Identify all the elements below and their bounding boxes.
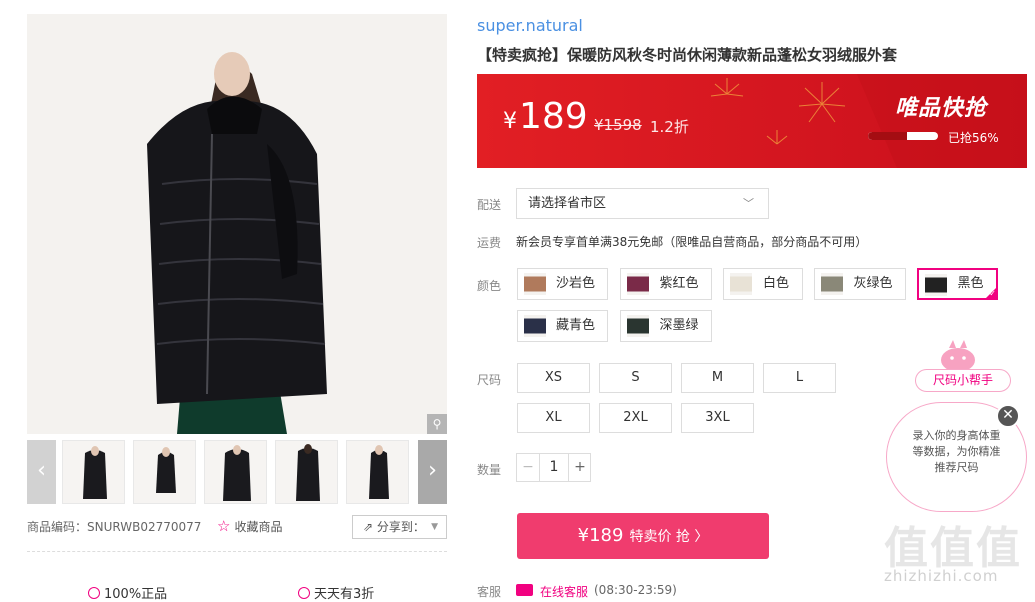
flash-sale-banner: ¥189 ¥1598 1.2折 唯品快抢 已抢56% — [477, 74, 1027, 168]
size-helper-tag[interactable]: 尺码小帮手 — [915, 369, 1011, 392]
size-option-m[interactable]: M — [681, 363, 754, 393]
check-icon: ✓ — [989, 289, 996, 298]
freight-info: 新会员专享首单满38元免邮（限唯品自营商品，部分商品不可用） — [516, 235, 868, 249]
size-option-xs[interactable]: XS — [517, 363, 590, 393]
color-option-black[interactable]: 黑色 ✓ — [917, 268, 998, 300]
chevron-down-icon: ﹀ — [743, 197, 754, 210]
thumbnail[interactable] — [275, 440, 338, 504]
color-option-sandstone[interactable]: 沙岩色 — [517, 268, 608, 300]
size-option-l[interactable]: L — [763, 363, 836, 393]
size-helper-text: 录入你的身高体重等数据，为你精准推荐尺码 — [912, 429, 1001, 474]
service-hours: (08:30-23:59) — [594, 583, 677, 597]
caret-down-icon: ▼ — [431, 522, 438, 532]
watermark-url: zhizhizhi.com — [884, 567, 999, 585]
color-option-purple-red[interactable]: 紫红色 — [620, 268, 712, 300]
divider — [27, 551, 447, 552]
quantity-input[interactable]: 1 — [540, 454, 568, 481]
thumbnail[interactable] — [346, 440, 409, 504]
original-price: ¥1598 — [594, 116, 642, 134]
sold-progress-bar — [868, 132, 938, 140]
thumbnail-strip: ‹ › — [27, 440, 447, 504]
sku-code: 商品编码：SNURWB02770077 — [27, 520, 202, 534]
service-label: 客服 — [477, 585, 502, 599]
chevron-right-icon[interactable]: › — [418, 440, 447, 504]
color-option-navy[interactable]: 藏青色 — [517, 310, 608, 342]
zoom-icon[interactable]: ⚲ — [427, 414, 447, 434]
buy-button[interactable]: ¥189 特卖价 抢 〉 — [517, 513, 769, 559]
delivery-label: 配送 — [477, 198, 502, 212]
close-icon[interactable]: ✕ — [996, 404, 1020, 428]
color-option-white[interactable]: 白色 — [723, 268, 803, 300]
color-option-dark-green[interactable]: 深墨绿 — [620, 310, 712, 342]
share-button[interactable]: ⇗ 分享到： ▼ — [352, 515, 447, 539]
size-option-2xl[interactable]: 2XL — [599, 403, 672, 433]
main-product-image[interactable] — [27, 14, 447, 434]
size-option-xl[interactable]: XL — [517, 403, 590, 433]
size-option-3xl[interactable]: 3XL — [681, 403, 754, 433]
sale-price: ¥189 — [503, 96, 588, 137]
online-service-link[interactable]: 在线客服 — [540, 583, 588, 600]
freight-label: 运费 — [477, 236, 502, 250]
size-option-s[interactable]: S — [599, 363, 672, 393]
thumbnail[interactable] — [204, 440, 267, 504]
guarantee-authentic: 100%正品 — [88, 583, 167, 602]
chat-icon — [516, 584, 533, 596]
discount-rate: 1.2折 — [650, 118, 689, 136]
sold-percentage: 已抢56% — [948, 131, 999, 145]
region-select[interactable]: 请选择省市区 ﹀ — [516, 188, 769, 219]
color-option-grey-green[interactable]: 灰绿色 — [814, 268, 906, 300]
thumbnail[interactable] — [133, 440, 196, 504]
thumbnail[interactable] — [62, 440, 125, 504]
guarantee-discount: 天天有3折 — [298, 583, 374, 602]
model-illustration — [27, 14, 447, 434]
quantity-label: 数量 — [477, 463, 502, 477]
product-title: 【特卖疯抢】保暖防风秋冬时尚休闲薄款新品蓬松女羽绒服外套 — [477, 46, 898, 64]
mascot-icon — [941, 340, 975, 372]
sold-progress-fill — [868, 132, 908, 140]
minus-button[interactable]: − — [517, 454, 540, 481]
star-icon: ☆ — [217, 517, 231, 535]
brand-link[interactable]: super.natural — [477, 16, 583, 35]
color-label: 颜色 — [477, 279, 502, 293]
chevron-left-icon[interactable]: ‹ — [27, 440, 56, 504]
favorite-button[interactable]: ☆ 收藏商品 — [217, 517, 282, 535]
share-icon: ⇗ — [363, 520, 377, 534]
discount-icon — [298, 587, 310, 599]
flash-sale-tag: 唯品快抢 — [895, 96, 988, 121]
quantity-stepper: − 1 + — [516, 453, 591, 482]
size-label: 尺码 — [477, 373, 502, 387]
shield-icon — [88, 587, 100, 599]
plus-button[interactable]: + — [568, 454, 591, 481]
